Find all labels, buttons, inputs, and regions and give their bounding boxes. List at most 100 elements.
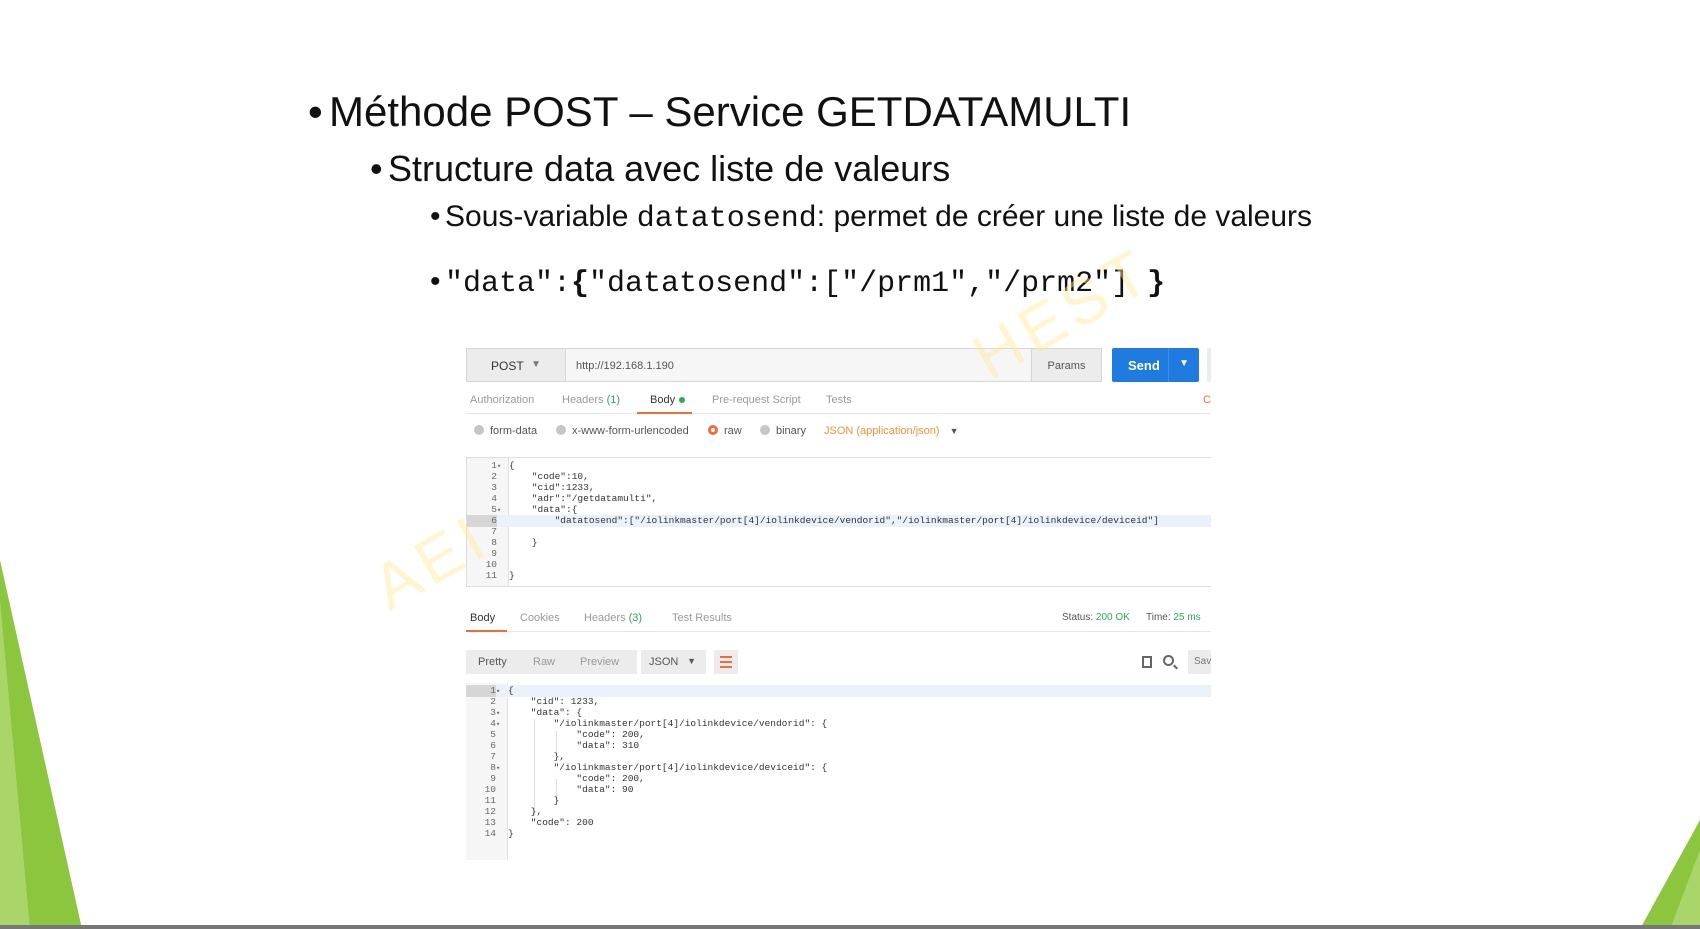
format-tab-group: Pretty Raw Preview — [466, 650, 637, 674]
modified-dot-icon — [679, 397, 686, 404]
resp-active-tab-indicator — [466, 630, 507, 632]
code-text: "data": { — [508, 707, 583, 718]
response-time: Time: 25 ms — [1146, 612, 1201, 623]
code-text: "data": 310 — [508, 740, 640, 751]
body-type-radios: form-data x-www-form-urlencoded raw bina… — [466, 420, 1211, 444]
tab-headers-count: (1) — [606, 394, 621, 406]
radio-urlencoded-label: x-www-form-urlencoded — [572, 425, 689, 437]
resp-tab-test-results[interactable]: Test Results — [672, 612, 732, 624]
radio-binary[interactable]: binary — [760, 425, 806, 437]
request-body-editor[interactable]: 1▾{2 "code":10, 3 "cid":1233, 4 "adr":"/ge… — [466, 457, 1211, 587]
code-text: "code": 200, — [508, 773, 645, 784]
tab-edge-cut[interactable]: C — [1203, 394, 1211, 406]
method-label: POST — [491, 359, 524, 373]
example-part-b: { — [571, 267, 590, 301]
code-text: "data":{ — [509, 504, 578, 515]
status-value: 200 OK — [1095, 612, 1130, 623]
send-chevron-down-icon[interactable]: ▼ — [1179, 358, 1189, 369]
resp-tab-cookies[interactable]: Cookies — [520, 612, 560, 624]
code-text: "datatosend":["/iolinkmaster/port[4]/iol… — [509, 515, 1159, 526]
tab-tests[interactable]: Tests — [826, 394, 852, 406]
code-line: 11 } — [467, 570, 1211, 582]
radio-circle-icon — [474, 425, 484, 435]
radio-form-data[interactable]: form-data — [474, 425, 537, 437]
chevron-down-icon: ▼ — [531, 359, 541, 370]
tab-body-label: Body — [650, 394, 676, 406]
code-text: "code": 200 — [508, 817, 594, 828]
response-format-select[interactable]: JSON ▼ — [641, 650, 706, 674]
format-raw[interactable]: Raw — [533, 656, 555, 668]
bullet-datatosend: • Sous-variable datatosend: permet de cré… — [430, 200, 1313, 236]
send-divider — [1168, 348, 1169, 382]
bullet-title-text: Méthode POST – Service GETDATAMULTI — [329, 88, 1132, 135]
copy-icon[interactable] — [1142, 656, 1152, 668]
bullet-datatosend-mono: datatosend — [636, 202, 817, 236]
radio-raw[interactable]: raw — [708, 425, 742, 437]
line-number: 14 — [484, 828, 496, 839]
radio-binary-label: binary — [776, 425, 806, 437]
wrap-lines-button[interactable] — [714, 650, 738, 674]
bullet-datatosend-post: : permet de créer une liste de valeurs — [816, 200, 1313, 233]
radio-selected-icon — [708, 425, 718, 435]
search-icon[interactable] — [1163, 655, 1174, 666]
code-line: 14 } — [466, 828, 1211, 840]
wrap-lines-icon — [720, 656, 732, 668]
response-toolbar: Pretty Raw Preview JSON ▼ Sav — [466, 650, 1211, 676]
response-body-viewer[interactable]: 1▾{2 "cid": 1233, 3▾ "data": {4▾ "/iolink… — [466, 683, 1211, 860]
bottom-border — [0, 925, 1700, 929]
slide: • Méthode POST – Service GETDATAMULTI • St… — [0, 0, 1700, 929]
radio-form-data-label: form-data — [490, 425, 538, 437]
resp-tab-headers-count: (3) — [628, 612, 643, 624]
response-tabs: Body Cookies Headers (3) Test Results St… — [466, 606, 1211, 632]
bullet-datatosend-pre: Sous-variable — [445, 200, 637, 233]
tab-prerequest-script[interactable]: Pre-request Script — [712, 394, 801, 406]
code-text: "code":10, — [509, 471, 589, 482]
code-text: } — [508, 795, 560, 806]
code-text: "data": 90 — [508, 784, 634, 795]
code-text: }, — [508, 751, 566, 762]
postman-screenshot: POST ▼ http://192.168.1.190 Params Send … — [466, 348, 1211, 860]
active-tab-indicator — [637, 412, 692, 414]
tab-authorization[interactable]: Authorization — [470, 394, 534, 406]
code-text: "/iolinkmaster/port[4]/iolinkdevice/vend… — [508, 718, 828, 729]
code-text: "adr":"/getdatamulti", — [509, 493, 658, 504]
urlbar-edge — [1207, 348, 1211, 382]
time-value: 25 ms — [1173, 612, 1201, 623]
radio-urlencoded[interactable]: x-www-form-urlencoded — [556, 425, 689, 437]
tab-headers-label: Headers — [562, 394, 604, 406]
radio-circle-icon — [760, 425, 770, 435]
url-input[interactable]: http://192.168.1.190 — [566, 348, 1032, 382]
save-button[interactable]: Sav — [1188, 650, 1211, 674]
code-text: "cid":1233, — [509, 482, 595, 493]
send-label: Send — [1128, 358, 1160, 373]
code-text: } — [509, 570, 515, 581]
code-text: "code": 200, — [508, 729, 645, 740]
code-text: { — [509, 460, 515, 471]
radio-circle-icon — [556, 425, 566, 435]
chevron-down-icon: ▼ — [687, 656, 696, 666]
tab-body[interactable]: Body — [650, 394, 686, 406]
format-preview[interactable]: Preview — [580, 656, 619, 668]
code-text: } — [508, 828, 514, 839]
method-select[interactable]: POST ▼ — [466, 348, 566, 382]
example-part-a: "data": — [445, 267, 572, 301]
tab-headers[interactable]: Headers (1) — [562, 394, 620, 406]
bullet-title: • Méthode POST – Service GETDATAMULTI — [308, 88, 1132, 135]
response-status: Status: 200 OK — [1062, 612, 1130, 623]
resp-tab-headers[interactable]: Headers (3) — [584, 612, 642, 624]
request-tabs: Authorization Headers (1) Body Pre-reque… — [466, 388, 1211, 414]
url-bar: POST ▼ http://192.168.1.190 Params Send … — [466, 348, 1211, 382]
format-pretty[interactable]: Pretty — [478, 656, 507, 668]
content-type-select[interactable]: JSON (application/json) ▼ — [824, 425, 958, 437]
code-text: "cid": 1233, — [508, 696, 600, 707]
bullet-structure: • Structure data avec liste de valeurs — [370, 148, 951, 189]
code-text: { — [508, 685, 514, 696]
response-format-label: JSON — [649, 656, 679, 668]
send-button[interactable]: Send ▼ — [1112, 348, 1199, 382]
resp-tab-body[interactable]: Body — [470, 612, 495, 624]
resp-tab-headers-label: Headers — [584, 612, 626, 624]
code-text: "/iolinkmaster/port[4]/iolinkdevice/devi… — [508, 762, 828, 773]
chevron-down-icon: ▼ — [949, 426, 959, 436]
